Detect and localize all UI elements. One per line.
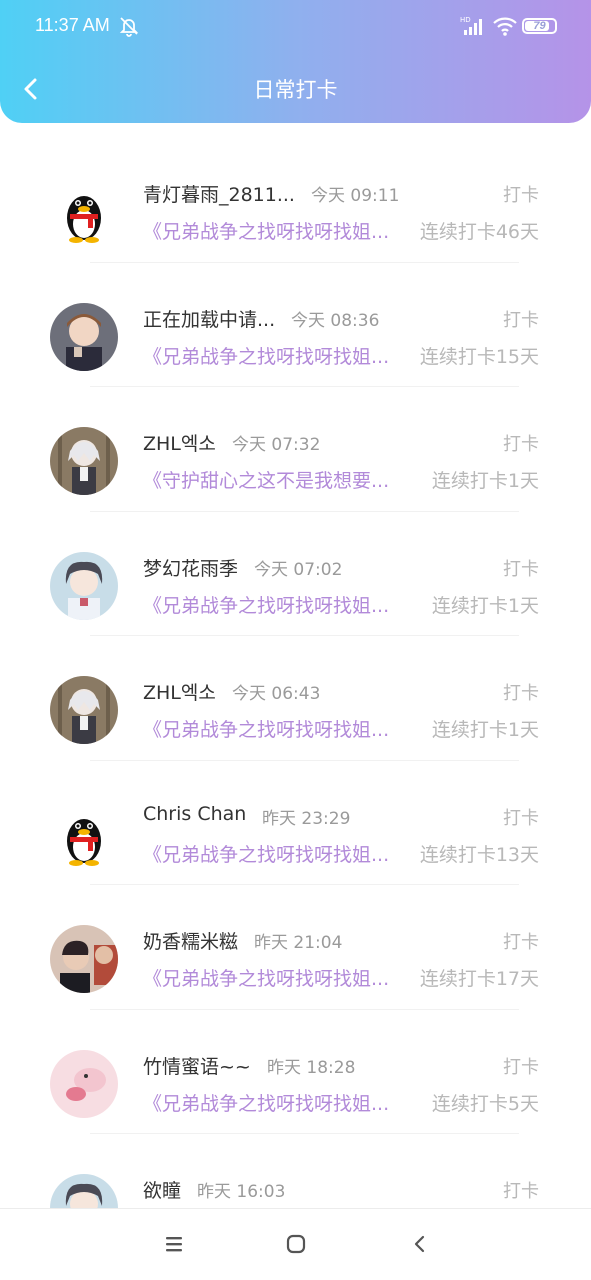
menu-icon[interactable] [163, 1233, 185, 1255]
avatar[interactable] [50, 925, 118, 993]
checkin-row[interactable]: 梦幻花雨季 今天 07:02 打卡《兄弟战争之找呀找呀找姐... 连续打卡1天 [0, 512, 591, 636]
checkin-label: 打卡 [503, 932, 539, 953]
wifi-icon [493, 17, 517, 36]
user-name: 梦幻花雨季 [143, 557, 239, 580]
checkin-row[interactable]: ZHL엑소 今天 06:43 打卡《兄弟战争之找呀找呀找姐... 连续打卡1天 [0, 636, 591, 761]
back-nav-icon[interactable] [409, 1233, 431, 1255]
avatar[interactable] [50, 1049, 118, 1118]
streak-count: 连续打卡1天 [431, 719, 539, 741]
user-name: 奶香糯米糍 [143, 931, 239, 953]
checkin-label: 打卡 [503, 309, 539, 331]
avatar[interactable] [50, 302, 118, 371]
checkin-label: 打卡 [503, 1181, 539, 1202]
book-title-link[interactable]: 《兄弟战争之找呀找呀找姐... [143, 964, 389, 991]
checkin-label: 打卡 [503, 558, 539, 580]
checkin-time: 昨天 18:28 [267, 1057, 356, 1078]
streak-count: 连续打卡17天 [419, 968, 539, 990]
checkin-label: 打卡 [503, 683, 539, 704]
signal-icon: HD [460, 16, 482, 35]
streak-count: 连续打卡15天 [419, 345, 539, 368]
user-name: ZHL엑소 [143, 433, 216, 455]
checkin-row[interactable]: 奶香糯米糍 昨天 21:04 打卡《兄弟战争之找呀找呀找姐... 连续打卡17天 [0, 885, 591, 1010]
system-nav-bar [0, 1208, 591, 1280]
mute-bell-icon [119, 17, 139, 37]
checkin-time: 今天 07:32 [232, 435, 321, 455]
svg-text:HD: HD [460, 16, 471, 24]
home-icon[interactable] [285, 1233, 307, 1255]
user-name: 欲瞳 [143, 1180, 182, 1202]
status-bar: 11:37 AM HD 79 [0, 0, 591, 54]
checkin-row[interactable]: Chris Chan 昨天 23:29 打卡《兄弟战争之找呀找呀找姐... 连续打卡1… [0, 761, 591, 885]
checkin-label: 打卡 [503, 185, 539, 206]
checkin-list: 青灯暮雨_2811... 今天 09:11 打卡 《兄弟战争之找呀找呀找姐... 连续打… [0, 138, 591, 1259]
user-name: ZHL엑소 [143, 682, 216, 704]
avatar[interactable] [50, 800, 118, 869]
streak-count: 连续打卡1天 [431, 470, 539, 492]
checkin-time: 今天 06:43 [232, 684, 321, 704]
user-name: 青灯暮雨_2811... [143, 184, 295, 206]
checkin-label: 打卡 [503, 807, 539, 829]
streak-count: 连续打卡5天 [431, 1092, 539, 1115]
book-title-link[interactable]: 《兄弟战争之找呀找呀找姐... [143, 840, 389, 867]
checkin-time: 昨天 23:29 [262, 808, 351, 829]
checkin-row[interactable]: ZHL엑소 今天 07:32 打卡《守护甜心之这不是我想要... 连续打卡1天 [0, 387, 591, 512]
checkin-row[interactable]: 竹情蜜语~~ 昨天 18:28 打卡《兄弟战争之找呀找呀找姐... 连续打卡5天 [0, 1010, 591, 1134]
book-title-link[interactable]: 《兄弟战争之找呀找呀找姐... [143, 217, 389, 244]
checkin-time: 昨天 21:04 [254, 933, 343, 953]
book-title-link[interactable]: 《兄弟战争之找呀找呀找姐... [143, 342, 389, 369]
checkin-row[interactable]: 青灯暮雨_2811... 今天 09:11 打卡《兄弟战争之找呀找呀找姐... 连续打… [0, 138, 591, 263]
book-title-link[interactable]: 《兄弟战争之找呀找呀找姐... [143, 715, 389, 742]
checkin-time: 今天 08:36 [291, 310, 380, 331]
avatar[interactable] [50, 427, 118, 495]
status-time: 11:37 AM [35, 15, 110, 35]
page-title: 日常打卡 [253, 78, 338, 102]
user-name: 竹情蜜语~~ [143, 1055, 251, 1078]
avatar[interactable] [50, 178, 118, 246]
checkin-time: 今天 09:11 [311, 186, 400, 206]
header-bar: 11:37 AM HD 79 日常打卡 [0, 0, 591, 123]
streak-count: 连续打卡46天 [419, 221, 539, 243]
book-title-link[interactable]: 《兄弟战争之找呀找呀找姐... [143, 591, 389, 618]
user-name: 正在加载中请... [143, 308, 276, 331]
avatar[interactable] [50, 551, 118, 620]
user-name: Chris Chan [143, 802, 247, 825]
streak-count: 连续打卡1天 [431, 594, 539, 617]
streak-count: 连续打卡13天 [419, 843, 539, 866]
checkin-row[interactable]: 正在加载中请... 今天 08:36 打卡《兄弟战争之找呀找呀找姐... 连续打卡15… [0, 263, 591, 387]
book-title-link[interactable]: 《守护甜心之这不是我想要... [143, 466, 389, 493]
checkin-time: 今天 07:02 [254, 559, 343, 580]
checkin-time: 昨天 16:03 [197, 1182, 286, 1202]
avatar[interactable] [50, 676, 118, 744]
checkin-label: 打卡 [503, 434, 539, 455]
battery-indicator: 79 [522, 18, 557, 34]
book-title-link[interactable]: 《兄弟战争之找呀找呀找姐... [143, 1089, 389, 1116]
checkin-label: 打卡 [503, 1056, 539, 1078]
